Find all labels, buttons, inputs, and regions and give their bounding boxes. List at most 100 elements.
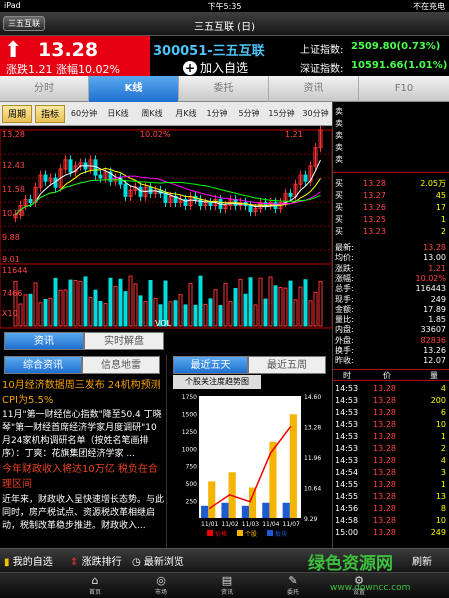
tab-news[interactable]: 资讯 [269, 76, 359, 102]
watermark-url: www.downcc.com [330, 583, 410, 593]
tab-live-analysis[interactable]: 实时解盘 [84, 332, 164, 350]
period-1min[interactable]: 1分钟 [202, 105, 232, 123]
tick-row: 14:55 13.28 1 [333, 479, 449, 490]
globe-icon: ◎ [141, 574, 181, 587]
ask-row: 卖 [333, 130, 449, 141]
volume-bar [224, 284, 227, 326]
tick-time: 14:53 [335, 431, 358, 442]
dock-orders[interactable]: ✎ 委托 [273, 574, 313, 596]
legend-label: 个股 [245, 531, 257, 538]
tick-volume: 1 [441, 431, 446, 442]
tick-time: 14:53 [335, 407, 358, 418]
tick-time: 15:00 [335, 527, 358, 538]
book-volume: 1 [441, 214, 446, 225]
volume-bar [304, 280, 307, 326]
volume-bar [274, 286, 277, 326]
y-label-2: 11.58 [2, 185, 25, 194]
right-axis-label: 9.29 [304, 516, 318, 523]
tab-info-mine[interactable]: 信息地雷 [82, 356, 160, 374]
volume-bar [69, 280, 72, 326]
tick-volume: 4 [441, 383, 446, 394]
kline-chart[interactable]: 13.28 10.02% 1.21 12.43 11.58 10.73 9.88… [0, 126, 332, 329]
ticks-h-vol: 量 [430, 370, 438, 381]
volume-bar [209, 299, 212, 326]
dock-market[interactable]: ◎ 市场 [141, 574, 181, 596]
tick-row: 14:53 13.28 4 [333, 455, 449, 466]
period-60min[interactable]: 60分钟 [68, 105, 100, 123]
volume-bar [269, 277, 272, 326]
volume-bar [204, 304, 207, 326]
volume-bar [194, 305, 197, 326]
bottom-toolbar: ▮ 我的自选 ⇕ 涨跌排行 ◷ 最新浏览 绿色资源网 刷新 [0, 548, 449, 572]
period-30min[interactable]: 30分钟 [299, 105, 332, 123]
tick-price: 13.28 [373, 443, 396, 454]
tick-time: 14:56 [335, 503, 358, 514]
period-button[interactable]: 周期 [2, 105, 32, 123]
volume-bar [219, 306, 222, 326]
volume-bar [64, 290, 67, 326]
book-volume: 2 [441, 226, 446, 237]
tab-last-5-days[interactable]: 最近五天 [173, 356, 248, 374]
book-label: 卖 [335, 154, 343, 165]
tab-general-news[interactable]: 综合资讯 [4, 356, 82, 374]
chart-top-mid: 10.02% [140, 130, 171, 139]
sector-attention-bar [283, 503, 290, 518]
candle-body [199, 199, 202, 205]
left-axis-label: 750 [186, 464, 198, 471]
dock-news-label: 资讯 [221, 589, 233, 596]
x-axis-label: 11/03 [242, 521, 259, 528]
chart-top-left: 13.28 [2, 130, 25, 139]
period-15min[interactable]: 15分钟 [265, 105, 298, 123]
book-volume: 45 [436, 190, 446, 201]
my-watchlist-button[interactable]: ▮ 我的自选 [4, 553, 53, 568]
news-headline-2[interactable]: 今年财政收入将达10万亿 税负在合理区间 [2, 462, 164, 492]
vol-label-1: 11644 [2, 266, 27, 275]
left-axis-label: 1000 [182, 446, 197, 453]
tab-timeshare[interactable]: 分时 [0, 76, 89, 102]
tab-kline[interactable]: K线 [89, 76, 179, 102]
tick-volume: 6 [441, 407, 446, 418]
period-month[interactable]: 月K线 [170, 105, 202, 123]
ranking-button[interactable]: ⇕ 涨跌排行 [70, 553, 122, 568]
volume-bar [79, 281, 82, 326]
add-to-watchlist-button[interactable]: + 加入自选 [183, 59, 248, 76]
refresh-button[interactable]: 刷新 [412, 553, 432, 568]
dock-news[interactable]: ▤ 资讯 [207, 574, 247, 596]
news-headline-1[interactable]: 10月经济数据周三发布 24机构预测CPI为5.5% [2, 378, 164, 408]
period-5min[interactable]: 5分钟 [234, 105, 264, 123]
add-label: 加入自选 [200, 61, 248, 75]
tab-orders[interactable]: 委托 [179, 76, 269, 102]
tab-info[interactable]: 资讯 [4, 332, 84, 350]
ranking-icon: ⇕ [70, 557, 78, 568]
vol-label-2: 7466 [2, 289, 22, 298]
period-week[interactable]: 周K线 [136, 105, 168, 123]
ranking-label: 涨跌排行 [82, 557, 122, 568]
book-divider [333, 172, 449, 173]
candle-body [99, 175, 102, 178]
home-icon: ⌂ [75, 574, 115, 587]
ticks-h-price: 价 [383, 370, 391, 381]
kline-svg: 13.28 10.02% 1.21 12.43 11.58 10.73 9.88… [0, 126, 332, 329]
volume-bar [259, 278, 262, 326]
recent-browse-button[interactable]: ◷ 最新浏览 [132, 553, 184, 568]
period-day[interactable]: 日K线 [102, 105, 134, 123]
left-axis-label: 1750 [182, 394, 197, 401]
tick-time: 14:55 [335, 491, 358, 502]
tick-price: 13.28 [373, 503, 396, 514]
tab-last-5-weeks[interactable]: 最近五周 [248, 356, 326, 374]
change-value: 涨跌1.21 [6, 63, 53, 76]
book-label: 买 [335, 178, 343, 189]
indicator-button[interactable]: 指标 [35, 105, 65, 123]
volume-bar [279, 287, 282, 326]
dock-home[interactable]: ⌂ 首页 [75, 574, 115, 596]
tick-price: 13.28 [373, 455, 396, 466]
legend-label: 价格 [215, 530, 227, 538]
bid-row: 买 13.26 17 [333, 202, 449, 213]
x-axis-label: 11/02 [221, 521, 238, 528]
plus-icon: + [183, 61, 197, 75]
dock-home-label: 首页 [89, 589, 101, 596]
tab-f10[interactable]: F10 [359, 76, 449, 102]
period-bar: 周期 指标 60分钟 日K线 周K线 月K线 1分钟 5分钟 15分钟 30分钟 [0, 102, 332, 126]
volume-bar [199, 276, 202, 326]
legend-label: 板块 [275, 530, 287, 538]
